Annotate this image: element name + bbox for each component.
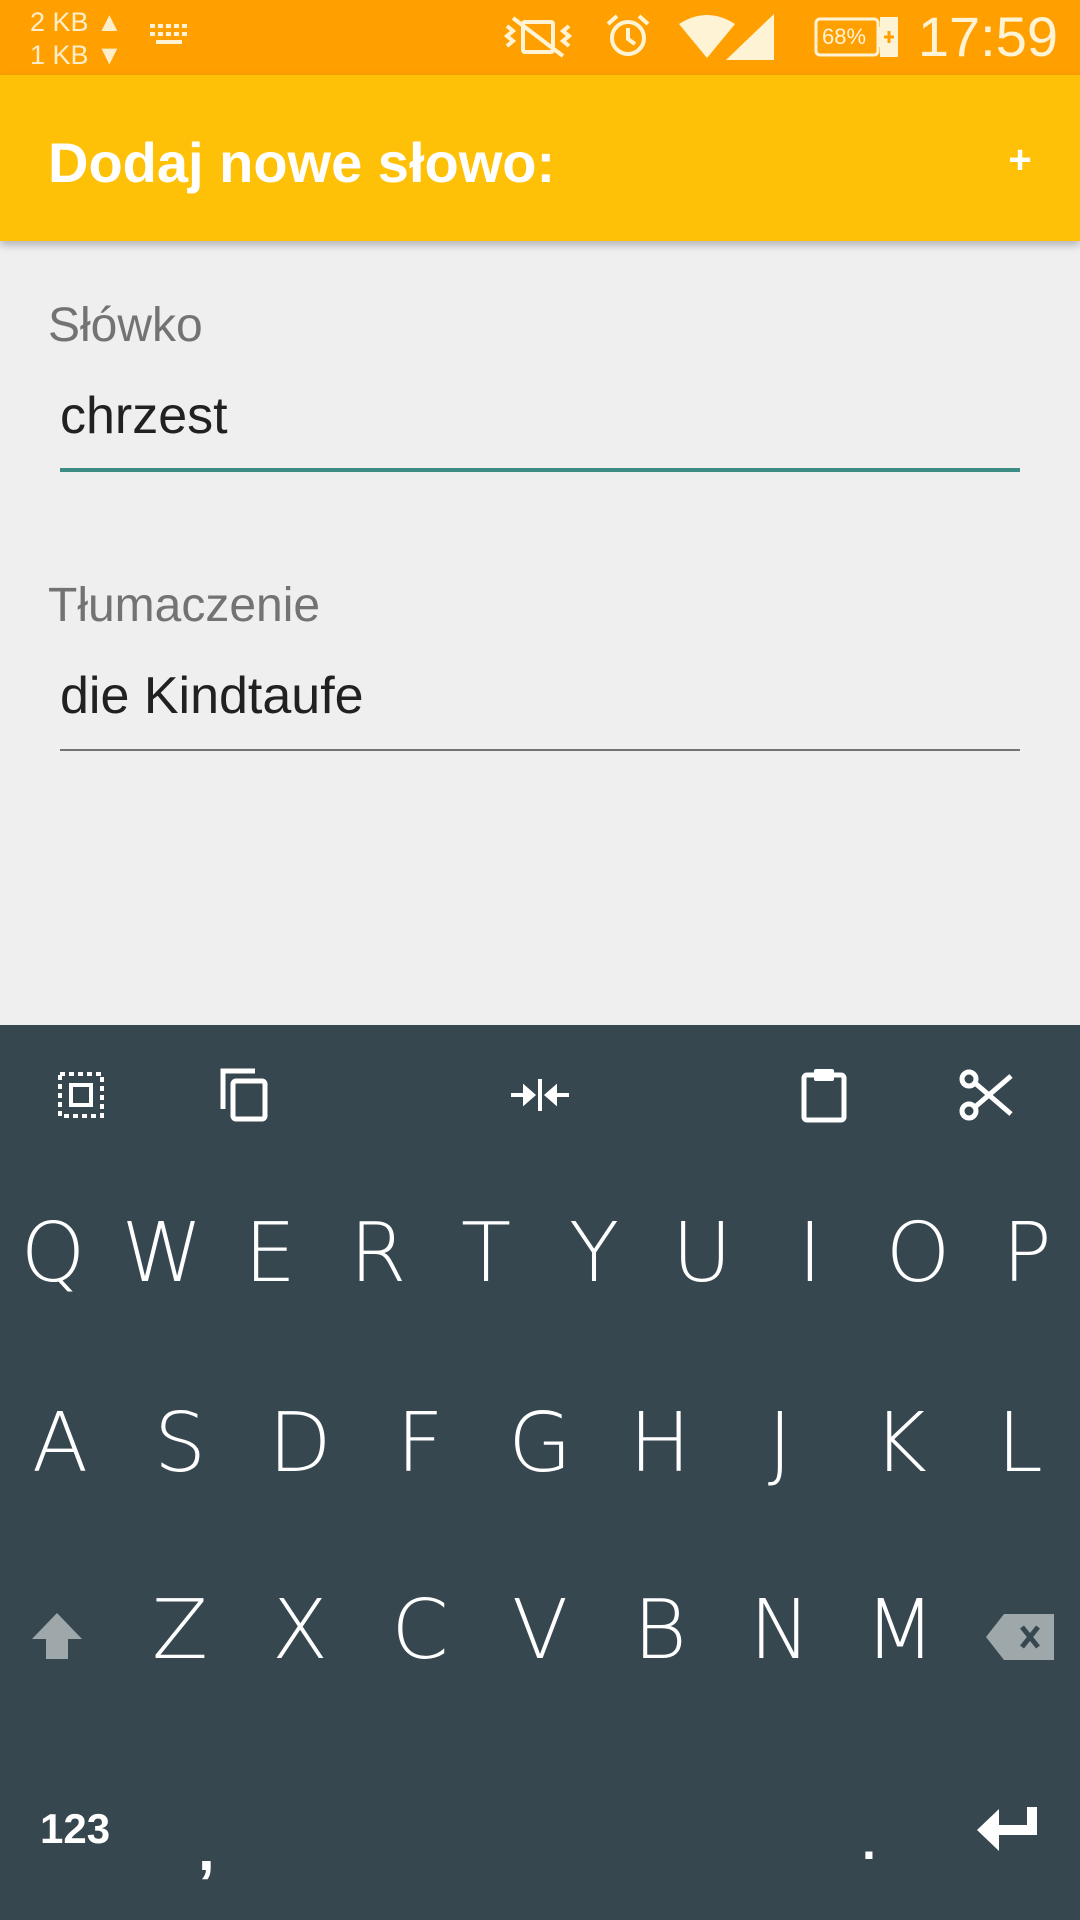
key-q[interactable]: Q [3, 1194, 103, 1314]
period-key[interactable]: . [862, 1813, 876, 1871]
key-s[interactable]: S [130, 1384, 230, 1504]
key-r[interactable]: R [328, 1194, 428, 1314]
vibrate-off-icon [503, 16, 573, 58]
key-n[interactable]: N [730, 1571, 830, 1691]
word-input[interactable] [60, 376, 1020, 456]
key-j[interactable]: J [730, 1384, 830, 1504]
battery-level: 68% [822, 24, 867, 49]
key-l[interactable]: L [970, 1384, 1070, 1504]
network-speed: 2 KB ▲ 1 KB ▼ [30, 6, 123, 72]
backspace-icon [986, 1614, 1054, 1660]
signal-strength-icon [726, 14, 774, 60]
space-key[interactable] [270, 1785, 810, 1895]
key-t[interactable]: T [436, 1194, 536, 1314]
key-g[interactable]: G [490, 1384, 590, 1504]
key-e[interactable]: E [220, 1194, 320, 1314]
key-z[interactable]: Z [130, 1571, 230, 1691]
download-speed: 1 KB ▼ [30, 40, 123, 70]
comma-key[interactable]: , [198, 1815, 215, 1884]
key-i[interactable]: I [760, 1194, 860, 1314]
key-b[interactable]: B [610, 1571, 710, 1691]
key-m[interactable]: M [850, 1571, 950, 1691]
shift-icon [32, 1613, 82, 1659]
key-d[interactable]: D [250, 1384, 350, 1504]
translation-label: Tłumaczenie [48, 579, 321, 632]
key-p[interactable]: P [977, 1194, 1077, 1314]
key-y[interactable]: Y [544, 1194, 644, 1314]
key-w[interactable]: W [112, 1194, 212, 1314]
key-o[interactable]: O [868, 1194, 968, 1314]
word-label: Słówko [48, 299, 203, 352]
key-v[interactable]: V [490, 1571, 590, 1691]
key-f[interactable]: F [370, 1384, 470, 1504]
numbers-key[interactable]: 123 [40, 1805, 110, 1853]
upload-speed: 2 KB ▲ [30, 7, 123, 37]
key-k[interactable]: K [850, 1384, 950, 1504]
clock: 17:59 [917, 5, 1058, 68]
select-all-icon [58, 1072, 104, 1118]
translation-input-underline [60, 749, 1020, 751]
app-bar: Dodaj nowe słowo: + [0, 75, 1080, 241]
key-c[interactable]: C [370, 1571, 470, 1691]
cursor-select-button[interactable] [500, 1055, 580, 1135]
key-h[interactable]: H [610, 1384, 710, 1504]
cut-button[interactable] [946, 1055, 1026, 1135]
key-x[interactable]: X [250, 1571, 350, 1691]
copy-icon [220, 1068, 268, 1122]
cursor-icon [511, 1079, 569, 1111]
clipboard-icon [801, 1069, 847, 1123]
select-all-button[interactable] [41, 1055, 121, 1135]
backspace-key[interactable] [984, 1612, 1056, 1662]
enter-icon [977, 1807, 1037, 1851]
add-button[interactable]: + [960, 115, 1080, 205]
keyboard-icon [150, 24, 187, 44]
status-bar: 2 KB ▲ 1 KB ▼ 68% 17:59 [0, 0, 1080, 75]
alarm-icon [606, 14, 650, 56]
page-title: Dodaj nowe słowo: [48, 131, 556, 194]
key-a[interactable]: A [10, 1384, 110, 1504]
key-u[interactable]: U [652, 1194, 752, 1314]
copy-button[interactable] [204, 1055, 284, 1135]
word-input-underline [60, 468, 1020, 472]
translation-input[interactable] [60, 656, 1020, 736]
enter-key[interactable] [975, 1805, 1039, 1857]
soft-keyboard: Q W E R T Y U I O P A S D F G H J K L Z … [0, 1025, 1080, 1920]
battery-indicator: 68% [814, 17, 898, 57]
shift-key[interactable] [30, 1609, 90, 1669]
paste-button[interactable] [784, 1055, 864, 1135]
scissors-icon [959, 1069, 1013, 1121]
